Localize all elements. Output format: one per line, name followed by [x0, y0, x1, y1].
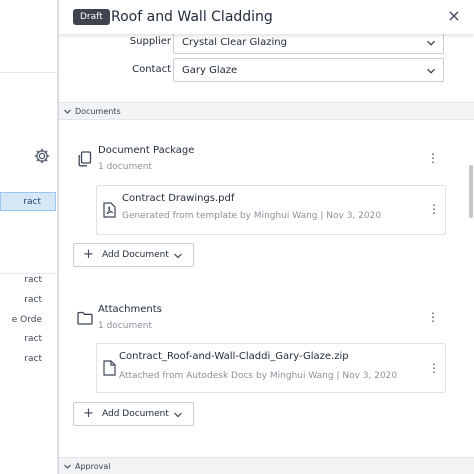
sidebar-item[interactable]: e Orde	[0, 311, 56, 330]
approval-section-label: Approval	[75, 462, 111, 471]
sidebar-item-label: ract	[23, 197, 41, 207]
document-package-title: Document Package	[98, 145, 195, 156]
documents-section-header[interactable]: Documents	[59, 102, 474, 120]
document-package-count: 1 document	[98, 162, 152, 172]
chevron-down-icon	[64, 464, 71, 469]
more-options-icon[interactable]: ⋮	[427, 151, 439, 165]
status-badge: Draft	[73, 9, 110, 25]
close-icon[interactable]: ×	[445, 7, 463, 25]
contact-row: Contact Gary Glaze	[59, 58, 474, 82]
attachments-count: 1 document	[98, 321, 152, 331]
more-options-icon[interactable]: ⋮	[428, 361, 440, 375]
sidebar-item-label: e Orde	[11, 315, 42, 325]
sidebar: ract ract ract e Orde ract ract	[0, 0, 58, 474]
chevron-down-icon	[64, 109, 71, 114]
more-options-icon[interactable]: ⋮	[427, 310, 439, 324]
detail-panel: Draft Roof and Wall Cladding × Supplier …	[58, 0, 474, 474]
approval-section-header[interactable]: Approval	[59, 457, 474, 474]
sidebar-item-label: ract	[24, 275, 42, 285]
sidebar-item[interactable]: ract	[0, 291, 56, 310]
add-document-label: Add Document	[102, 409, 169, 419]
sidebar-item-label: ract	[24, 354, 42, 364]
document-file-card[interactable]: Contract Drawings.pdf Generated from tem…	[96, 185, 446, 235]
contact-label: Contact	[132, 64, 171, 75]
chevron-down-icon	[427, 68, 435, 74]
chevron-down-icon	[427, 40, 435, 46]
document-file-name[interactable]: Contract Drawings.pdf	[122, 192, 234, 206]
attachment-file-name[interactable]: Contract_Roof-and-Wall-Claddi_Gary-Glaze…	[119, 350, 349, 364]
supplier-value: Crystal Clear Glazing	[182, 37, 287, 48]
copy-documents-icon	[78, 151, 92, 167]
page-title: Roof and Wall Cladding	[111, 9, 273, 25]
sidebar-item-label: ract	[24, 334, 42, 344]
documents-section-label: Documents	[75, 107, 121, 116]
attachment-file-meta: Attached from Autodesk Docs by Minghui W…	[119, 371, 398, 381]
sidebar-item[interactable]: ract	[0, 330, 56, 349]
add-document-button[interactable]: + Add Document	[73, 243, 194, 267]
chevron-down-icon	[174, 412, 182, 418]
plus-icon: +	[83, 247, 94, 262]
supplier-label: Supplier	[129, 36, 171, 47]
sidebar-item[interactable]: ract	[0, 350, 56, 369]
attachment-file-card[interactable]: Contract_Roof-and-Wall-Claddi_Gary-Glaze…	[96, 343, 446, 393]
pdf-file-icon	[103, 202, 116, 218]
sidebar-item-label: ract	[24, 295, 42, 305]
sidebar-item[interactable]: ract	[0, 271, 56, 290]
add-document-button[interactable]: + Add Document	[73, 402, 194, 426]
gear-icon[interactable]	[34, 148, 50, 164]
contact-select[interactable]: Gary Glaze	[173, 58, 444, 82]
chevron-down-icon	[174, 253, 182, 259]
sidebar-item[interactable]: ract	[0, 192, 56, 211]
contact-value: Gary Glaze	[182, 65, 238, 76]
panel-header: Draft Roof and Wall Cladding ×	[59, 0, 474, 34]
document-file-meta: Generated from template by Minghui Wang …	[122, 211, 382, 221]
more-options-icon[interactable]: ⋮	[428, 202, 440, 216]
plus-icon: +	[83, 406, 94, 421]
add-document-label: Add Document	[102, 250, 169, 260]
file-icon	[103, 360, 116, 376]
folder-icon	[77, 311, 93, 325]
attachments-title: Attachments	[98, 304, 162, 315]
sidebar-divider	[0, 72, 57, 73]
scrollbar[interactable]	[469, 165, 473, 218]
